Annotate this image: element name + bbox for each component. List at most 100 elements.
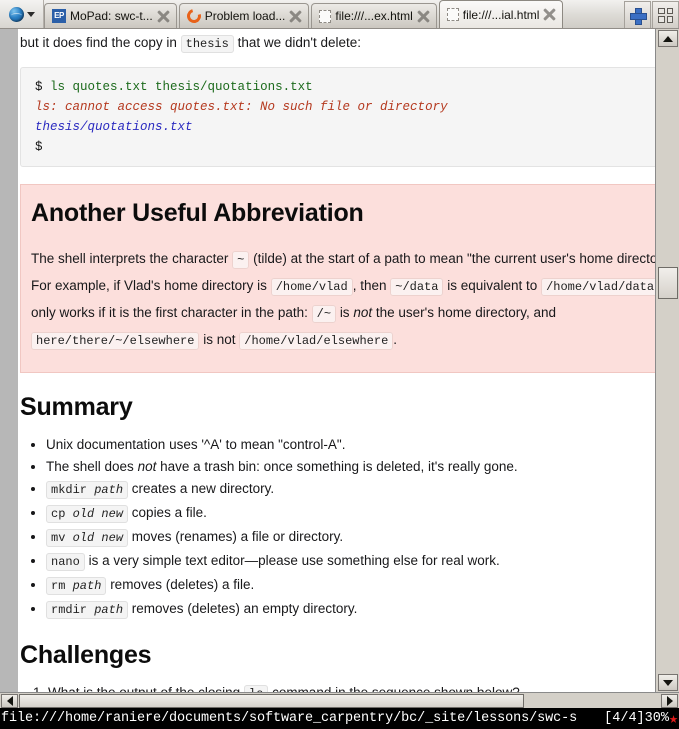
browser-tab-problem-load[interactable]: Problem load...: [178, 3, 310, 28]
callout-text: is not: [203, 332, 236, 347]
ep-icon: EP: [52, 9, 66, 23]
scroll-up-arrow-icon: [663, 35, 673, 42]
tab-overview-button[interactable]: [652, 1, 679, 28]
intro-paragraph: but it does find the copy in thesis that…: [20, 33, 655, 54]
summary-heading: Summary: [20, 393, 133, 421]
tab-title: file:///...ial.html: [462, 7, 540, 22]
item-text: The shell does: [46, 459, 138, 474]
item-text: removes (deletes) an empty directory.: [131, 601, 358, 616]
item-text: creates a new directory.: [131, 481, 275, 496]
callout-emphasis: not: [353, 305, 373, 320]
code-block-ls-output: $ ls quotes.txt thesis/quotations.txt ls…: [20, 67, 655, 167]
list-item: nano is a very simple text editor—please…: [46, 550, 655, 573]
star-icon: ★: [668, 711, 678, 728]
inline-code-home-vlad: /home/vlad: [270, 278, 353, 296]
list-item: rm path removes (deletes) a file.: [46, 574, 655, 597]
question-text: What is the output of the closing: [48, 685, 240, 692]
inline-code-rmdir: rmdir path: [46, 601, 129, 619]
horizontal-scrollbar[interactable]: [0, 692, 679, 708]
list-item: rmdir path removes (deletes) an empty di…: [46, 598, 655, 621]
browser-tab-mopad[interactable]: EP MoPad: swc-t...: [44, 3, 177, 28]
horizontal-scroll-thumb[interactable]: [19, 694, 524, 708]
shell-command: ls quotes.txt thesis/quotations.txt: [50, 80, 313, 94]
browser-tab-index-html[interactable]: file:///...ex.html: [311, 3, 437, 28]
status-scroll-percent: 30%: [644, 711, 669, 726]
list-item: Unix documentation uses '^A' to mean "co…: [46, 434, 655, 455]
item-text: copies a file.: [131, 505, 207, 520]
code-line: $ ls quotes.txt thesis/quotations.txt: [35, 77, 655, 97]
grid-icon: [658, 7, 673, 23]
callout-text: The shell interprets the character: [31, 251, 229, 266]
item-text: have a trash bin: once something is dele…: [156, 459, 518, 474]
page-canvas: but it does find the copy in thesis that…: [18, 29, 655, 692]
list-item: mkdir path creates a new directory.: [46, 478, 655, 501]
list-item: The shell does not have a trash bin: onc…: [46, 456, 655, 477]
item-text: is a very simple text editor—please use …: [88, 553, 500, 568]
scroll-right-arrow-icon: [666, 696, 673, 706]
ring-icon: [184, 6, 204, 26]
close-icon[interactable]: [543, 8, 556, 21]
callout-text: , then: [352, 278, 387, 293]
callout-text: is: [339, 305, 350, 320]
doc-icon: [319, 9, 332, 23]
close-icon[interactable]: [157, 10, 170, 23]
list-item: mv old new moves (renames) a file or dir…: [46, 526, 655, 549]
inline-code-here-there: here/there/~/elsewhere: [31, 332, 200, 350]
inline-code-tilde-data: ~/data: [390, 278, 444, 296]
scroll-down-arrow-icon: [663, 679, 673, 686]
inline-code-slash-tilde: /~: [311, 305, 337, 323]
inline-code-tilde: ~: [232, 251, 250, 269]
summary-list: Unix documentation uses '^A' to mean "co…: [20, 434, 655, 621]
status-bar: file:///home/raniere/documents/software_…: [0, 708, 679, 729]
inline-code-ls: ls: [243, 685, 269, 692]
shell-output: thesis/quotations.txt: [35, 120, 193, 134]
status-page-indicator: [4/4]: [604, 711, 645, 726]
item-text: moves (renames) a file or directory.: [131, 529, 344, 544]
inline-code-mv: mv old new: [46, 529, 129, 547]
inline-code-mkdir: mkdir path: [46, 481, 129, 499]
list-item: cp old new copies a file.: [46, 502, 655, 525]
tab-title: file:///...ex.html: [335, 9, 413, 23]
scroll-right-button[interactable]: [661, 694, 678, 708]
intro-text-after: that we didn't delete:: [237, 35, 362, 50]
item-text: Unix documentation uses '^A' to mean "co…: [46, 437, 346, 452]
doc-icon: [446, 8, 459, 21]
scroll-up-button[interactable]: [658, 30, 678, 47]
chevron-down-icon: [26, 11, 35, 17]
shell-prompt: $: [35, 140, 43, 154]
item-emphasis: not: [137, 459, 157, 474]
document-content: but it does find the copy in thesis that…: [18, 29, 655, 692]
new-tab-button[interactable]: [624, 1, 651, 28]
shell-error: ls: cannot access quotes.txt: No such fi…: [35, 100, 448, 114]
challenges-list: What is the output of the closing ls com…: [20, 682, 655, 692]
inline-code-home-vlad-elsewhere: /home/vlad/elsewhere: [239, 332, 394, 350]
browser-menu-button[interactable]: [0, 0, 44, 28]
browser-tab-tutorial-html[interactable]: file:///...ial.html: [438, 0, 564, 28]
tab-title: MoPad: swc-t...: [70, 9, 153, 23]
inline-code-rm: rm path: [46, 577, 107, 595]
callout-title: Another Useful Abbreviation: [31, 199, 364, 227]
challenges-heading: Challenges: [20, 641, 152, 669]
intro-text-before: but it does find the copy in: [20, 35, 177, 50]
inline-code-home-vlad-data: /home/vlad/data: [541, 278, 655, 296]
scroll-left-button[interactable]: [1, 694, 18, 708]
item-text: removes (deletes) a file.: [110, 577, 255, 592]
callout-another-useful-abbreviation: Another Useful Abbreviation The shell in…: [20, 184, 655, 373]
question-text: command in the sequence shown below?: [272, 685, 520, 692]
globe-icon: [8, 6, 24, 22]
close-icon[interactable]: [417, 10, 430, 23]
callout-text: the user's home directory, and: [375, 305, 557, 320]
inline-code-cp: cp old new: [46, 505, 129, 523]
vertical-scroll-thumb[interactable]: [658, 267, 678, 299]
shell-prompt: $: [35, 80, 43, 94]
callout-paragraph: The shell interprets the character ~ (ti…: [31, 246, 655, 354]
callout-text: is equivalent to: [447, 278, 538, 293]
inline-code-nano: nano: [46, 553, 85, 571]
vertical-scrollbar[interactable]: [655, 29, 679, 692]
inline-code-thesis: thesis: [180, 35, 234, 53]
close-icon[interactable]: [289, 10, 302, 23]
list-item: What is the output of the closing ls com…: [48, 682, 655, 692]
page-viewport: but it does find the copy in thesis that…: [0, 29, 679, 692]
scroll-down-button[interactable]: [658, 674, 678, 691]
scroll-left-arrow-icon: [6, 696, 13, 706]
